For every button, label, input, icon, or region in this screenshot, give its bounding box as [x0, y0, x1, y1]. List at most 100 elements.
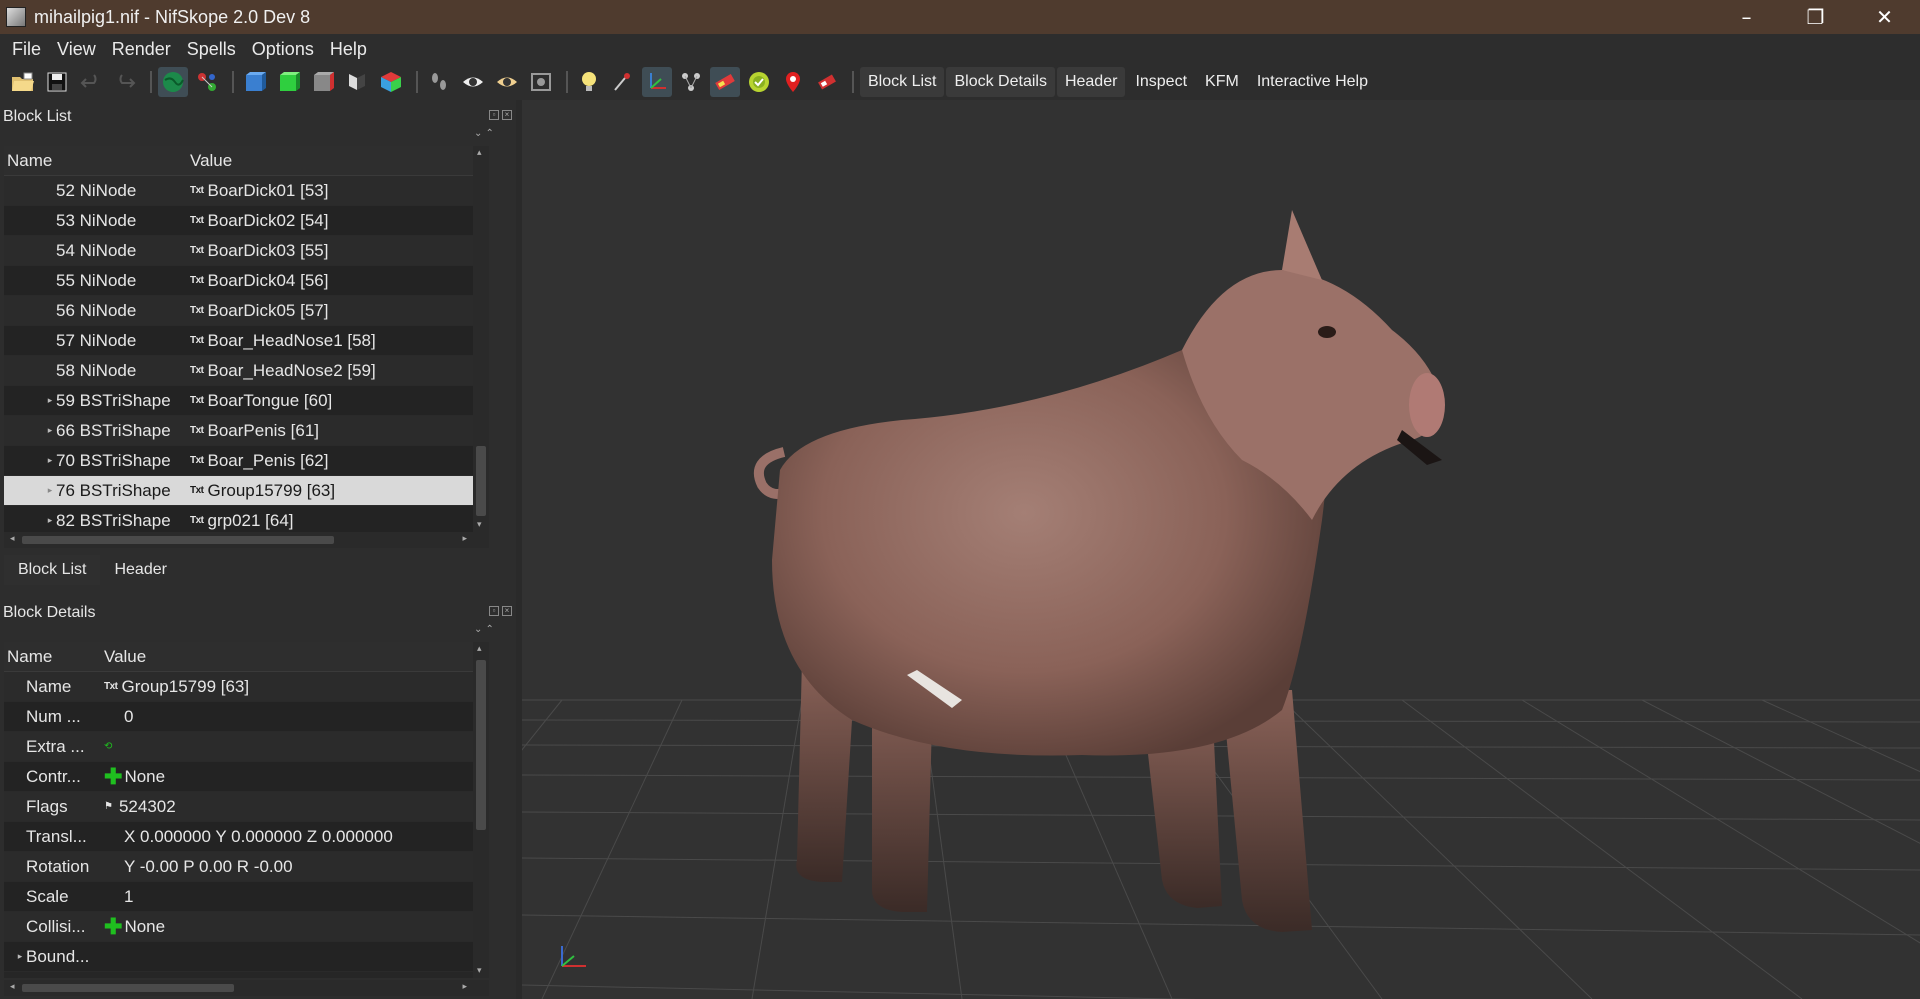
toolbar-inspect-button[interactable]: Inspect — [1127, 67, 1195, 97]
expand-arrow-icon[interactable]: ▸ — [44, 425, 56, 436]
block-list-row[interactable]: 52 NiNode Txt BoarDick01 [53] — [4, 176, 489, 206]
toolbar-kfm-button[interactable]: KFM — [1197, 67, 1247, 97]
block-list-row[interactable]: ▸ 82 BSTriShape Txt grp021 [64] — [4, 506, 489, 532]
plus-icon[interactable]: ✚ — [104, 764, 122, 790]
block-list-hscroll-thumb[interactable] — [22, 536, 334, 544]
field-value[interactable]: 1 — [124, 887, 133, 907]
globe-view-icon[interactable] — [158, 67, 188, 97]
show-hidden-eye-icon[interactable] — [458, 67, 488, 97]
menu-spells[interactable]: Spells — [179, 39, 244, 60]
undo-icon[interactable] — [76, 67, 106, 97]
close-dock-icon[interactable]: × — [502, 110, 512, 120]
move-pin-icon[interactable] — [608, 67, 638, 97]
toolbar-interactive-help-button[interactable]: Interactive Help — [1249, 67, 1376, 97]
toolbar-block-details-button[interactable]: Block Details — [946, 67, 1055, 97]
lighting-bulb-icon[interactable] — [574, 67, 604, 97]
block-details-row[interactable]: Transl... X 0.000000 Y 0.000000 Z 0.00000… — [4, 822, 489, 852]
field-value[interactable]: 0 — [124, 707, 133, 727]
menu-options[interactable]: Options — [244, 39, 322, 60]
block-list-row[interactable]: 57 NiNode Txt Boar_HeadNose1 [58] — [4, 326, 489, 356]
menu-render[interactable]: Render — [104, 39, 179, 60]
close-dock-icon[interactable]: × — [502, 606, 512, 616]
block-details-tree[interactable]: Name Value Name Txt Group15799 [63] Num ...… — [4, 642, 489, 978]
block-list-hscrollbar[interactable]: ◂ ▸ — [4, 532, 489, 548]
float-dock-icon[interactable]: ▫ — [489, 606, 499, 616]
location-pin-icon[interactable] — [778, 67, 808, 97]
block-list-row[interactable]: 53 NiNode Txt BoarDick02 [54] — [4, 206, 489, 236]
scroll-up-icon[interactable]: ▴ — [477, 644, 482, 654]
footprints-icon[interactable] — [424, 67, 454, 97]
column-name[interactable]: Name — [4, 647, 104, 667]
scroll-down-icon[interactable]: ▾ — [477, 966, 482, 976]
redo-icon[interactable] — [110, 67, 140, 97]
link-icon[interactable]: ⟲ — [104, 741, 112, 752]
block-list-row[interactable]: 58 NiNode Txt Boar_HeadNose2 [59] — [4, 356, 489, 386]
view-front-icon[interactable] — [240, 67, 270, 97]
block-details-row[interactable]: Name Txt Group15799 [63] — [4, 672, 489, 702]
block-details-hscrollbar[interactable]: ◂ ▸ — [4, 980, 489, 996]
block-list-row[interactable]: 54 NiNode Txt BoarDick03 [55] — [4, 236, 489, 266]
minimize-button[interactable]: – — [1712, 0, 1781, 34]
expand-arrow-icon[interactable]: ▸ — [44, 485, 56, 496]
scroll-down-icon[interactable]: ▾ — [477, 520, 482, 530]
block-details-row[interactable]: Flags ⚑ 524302 — [4, 792, 489, 822]
render-viewport[interactable] — [522, 100, 1920, 999]
node-graph-icon[interactable] — [676, 67, 706, 97]
toolbar-header-button[interactable]: Header — [1056, 67, 1126, 97]
column-value[interactable]: Value — [104, 647, 146, 667]
textures-icon[interactable] — [744, 67, 774, 97]
column-name[interactable]: Name — [4, 151, 190, 171]
menu-view[interactable]: View — [49, 39, 104, 60]
block-details-vscroll-thumb[interactable] — [476, 660, 486, 830]
save-file-icon[interactable] — [42, 67, 72, 97]
block-details-row[interactable]: Num ... 0 — [4, 702, 489, 732]
expand-arrow-icon[interactable]: ▸ — [14, 951, 26, 962]
close-button[interactable]: ✕ — [1850, 0, 1919, 34]
plus-icon[interactable]: ✚ — [104, 914, 122, 940]
expand-arrow-icon[interactable]: ▸ — [44, 515, 56, 526]
scroll-left-icon[interactable]: ◂ — [10, 534, 15, 544]
block-list-row[interactable]: ▸ 70 BSTriShape Txt Boar_Penis [62] — [4, 446, 489, 476]
block-list-row[interactable]: 56 NiNode Txt BoarDick05 [57] — [4, 296, 489, 326]
view-side-icon[interactable] — [308, 67, 338, 97]
menu-file[interactable]: File — [4, 39, 49, 60]
block-list-tree[interactable]: Name Value 52 NiNode Txt BoarDick01 [53] 53… — [4, 146, 489, 532]
view-top-icon[interactable] — [274, 67, 304, 97]
node-select-icon[interactable] — [192, 67, 222, 97]
expand-arrow-icon[interactable]: ▸ — [44, 455, 56, 466]
block-list-row[interactable]: ▸ 66 BSTriShape Txt BoarPenis [61] — [4, 416, 489, 446]
block-details-row[interactable]: Extra ... ⟲ — [4, 732, 489, 762]
block-list-vscrollbar[interactable]: ▴ ▾ — [473, 146, 489, 532]
block-details-row[interactable]: ▸ Bound... — [4, 942, 489, 972]
erase-icon[interactable] — [812, 67, 842, 97]
field-value[interactable]: None — [124, 767, 165, 787]
tab-block-list[interactable]: Block List — [4, 555, 101, 585]
axes-icon[interactable] — [642, 67, 672, 97]
float-dock-icon[interactable]: ▫ — [489, 110, 499, 120]
scroll-right-icon[interactable]: ▸ — [462, 534, 467, 544]
block-details-vscrollbar[interactable]: ▴ ▾ — [473, 642, 489, 978]
field-value[interactable]: Y -0.00 P 0.00 R -0.00 — [124, 857, 293, 877]
field-value[interactable]: Group15799 [63] — [122, 677, 250, 697]
expand-arrow-icon[interactable]: ▸ — [44, 395, 56, 406]
menu-help[interactable]: Help — [322, 39, 375, 60]
block-list-row[interactable]: ▸ 76 BSTriShape Txt Group15799 [63] — [4, 476, 489, 506]
vertex-colors-icon[interactable] — [710, 67, 740, 97]
flags-icon[interactable]: ⚑ — [104, 801, 113, 812]
scroll-up-icon[interactable]: ▴ — [477, 148, 482, 158]
block-list-row[interactable]: ▸ 59 BSTriShape Txt BoarTongue [60] — [4, 386, 489, 416]
scroll-right-icon[interactable]: ▸ — [462, 982, 467, 992]
column-value[interactable]: Value — [190, 151, 232, 171]
field-value[interactable]: X 0.000000 Y 0.000000 Z 0.000000 — [124, 827, 393, 847]
tab-header[interactable]: Header — [100, 555, 180, 585]
toolbar-block-list-button[interactable]: Block List — [860, 67, 945, 97]
screenshot-icon[interactable] — [526, 67, 556, 97]
block-details-hscroll-thumb[interactable] — [22, 984, 234, 992]
viewport-scene[interactable] — [522, 100, 1920, 999]
block-details-row[interactable]: Scale 1 — [4, 882, 489, 912]
scroll-left-icon[interactable]: ◂ — [10, 982, 15, 992]
block-list-vscroll-thumb[interactable] — [476, 446, 486, 516]
view-user-icon[interactable] — [376, 67, 406, 97]
block-details-row[interactable]: Collisi... ✚ None — [4, 912, 489, 942]
field-value[interactable]: 524302 — [119, 797, 176, 817]
